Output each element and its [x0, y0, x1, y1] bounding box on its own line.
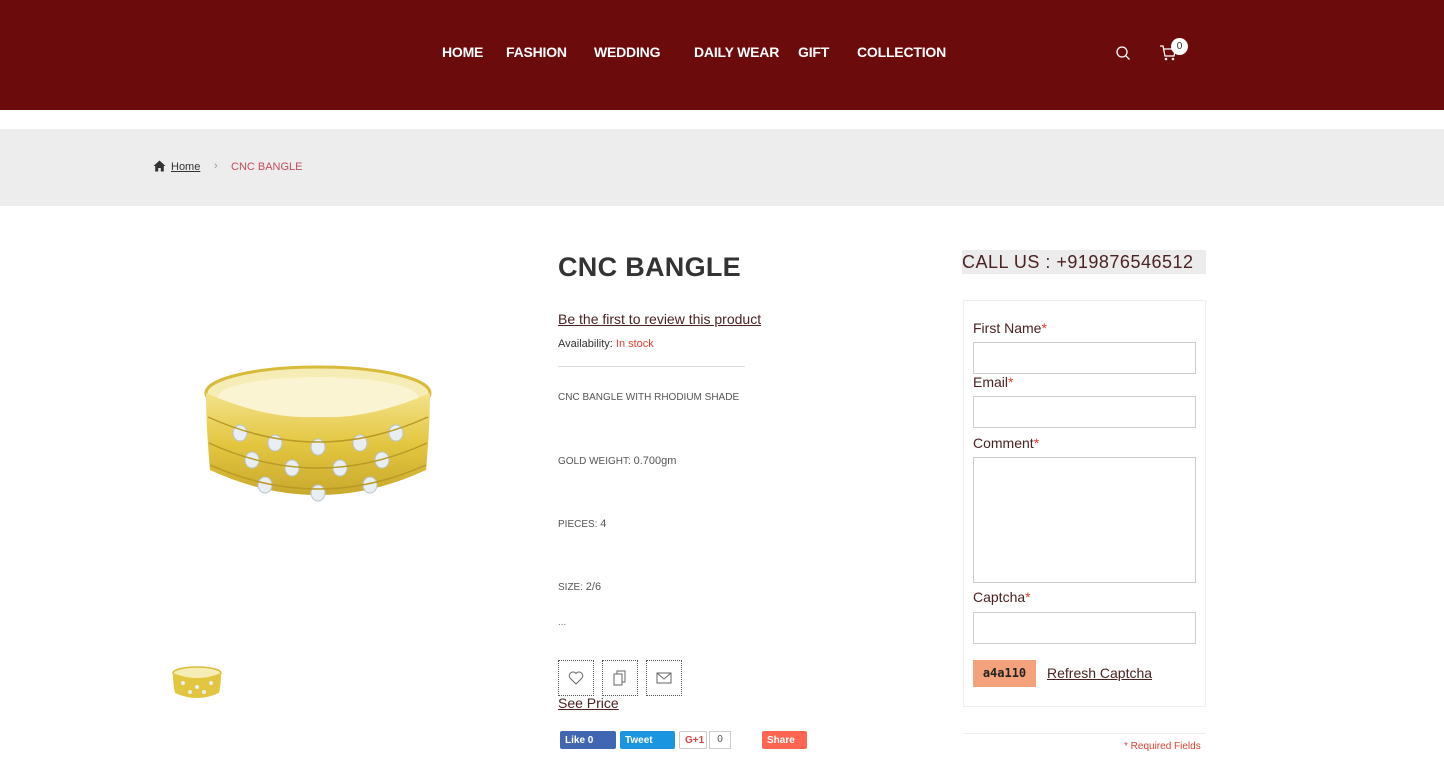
- call-us-banner: CALL US : +919876546512: [962, 250, 1206, 274]
- captcha-input[interactable]: [973, 612, 1196, 644]
- nav-daily-wear[interactable]: DAILY WEAR: [694, 44, 779, 60]
- divider: [558, 366, 745, 367]
- tweet-button[interactable]: Tweet: [620, 731, 675, 749]
- nav-gift[interactable]: GIFT: [798, 44, 829, 60]
- required-fields-note: * Required Fields: [1124, 741, 1201, 752]
- search-icon[interactable]: [1115, 45, 1131, 61]
- product-thumbnail[interactable]: [168, 659, 226, 705]
- breadcrumb-current: CNC BANGLE: [231, 161, 303, 173]
- description-line: CNC BANGLE WITH RHODIUM SHADE: [558, 392, 739, 403]
- description-label: PIECES:: [558, 519, 598, 530]
- review-link[interactable]: Be the first to review this product: [558, 311, 761, 327]
- breadcrumb-home-link[interactable]: Home: [171, 161, 200, 173]
- product-title: CNC BANGLE: [558, 252, 741, 282]
- site-header: HOME FASHION WEDDING DAILY WEAR GIFT COL…: [0, 0, 1444, 110]
- wishlist-button[interactable]: [558, 660, 594, 696]
- compare-icon: [613, 670, 626, 686]
- first-name-input[interactable]: [973, 342, 1196, 374]
- description-line: GOLD WEIGHT: 0.700gm: [558, 455, 676, 467]
- see-price-link[interactable]: See Price: [558, 695, 619, 711]
- availability: Availability: In stock: [558, 338, 654, 350]
- cart-count-badge: 0: [1171, 38, 1188, 55]
- google-plus-count: 0: [709, 731, 731, 749]
- email-friend-button[interactable]: [646, 660, 682, 696]
- description-ellipsis: ...: [558, 617, 567, 628]
- google-plus-button[interactable]: G+1: [679, 731, 707, 749]
- nav-collection[interactable]: COLLECTION: [857, 44, 946, 60]
- comment-label: Comment*: [973, 435, 1040, 451]
- divider: [963, 733, 1206, 734]
- description-line: PIECES: 4: [558, 518, 606, 530]
- description-label: GOLD WEIGHT:: [558, 456, 631, 467]
- nav-wedding[interactable]: WEDDING: [594, 44, 660, 60]
- compare-button[interactable]: [602, 660, 638, 696]
- email-input[interactable]: [973, 396, 1196, 428]
- nav-fashion[interactable]: FASHION: [506, 44, 567, 60]
- description-value: 4: [600, 518, 607, 530]
- heart-icon: [568, 671, 584, 685]
- description-value: 0.700gm: [633, 455, 677, 467]
- captcha-image: a4a110: [973, 660, 1036, 687]
- description-label: SIZE:: [558, 582, 584, 593]
- email-label: Email*: [973, 374, 1014, 390]
- breadcrumb-separator: ›: [214, 160, 218, 172]
- availability-status: In stock: [615, 338, 654, 350]
- facebook-like-button[interactable]: Like 0: [560, 731, 616, 749]
- captcha-label: Captcha*: [973, 589, 1031, 605]
- share-button[interactable]: Share: [762, 731, 807, 749]
- description-label: CNC BANGLE WITH RHODIUM SHADE: [558, 392, 740, 403]
- mail-icon: [656, 672, 672, 684]
- comment-textarea[interactable]: [973, 457, 1196, 583]
- refresh-captcha-link[interactable]: Refresh Captcha: [1047, 665, 1152, 681]
- nav-home[interactable]: HOME: [442, 44, 483, 60]
- product-main-image[interactable]: [170, 355, 470, 515]
- description-value: 2/6: [585, 581, 602, 593]
- main-nav: HOME FASHION WEDDING DAILY WEAR GIFT COL…: [0, 44, 1444, 64]
- description-line: SIZE: 2/6: [558, 581, 601, 593]
- home-icon: [153, 160, 166, 172]
- availability-label: Availability:: [558, 338, 613, 350]
- first-name-label: First Name*: [973, 320, 1047, 336]
